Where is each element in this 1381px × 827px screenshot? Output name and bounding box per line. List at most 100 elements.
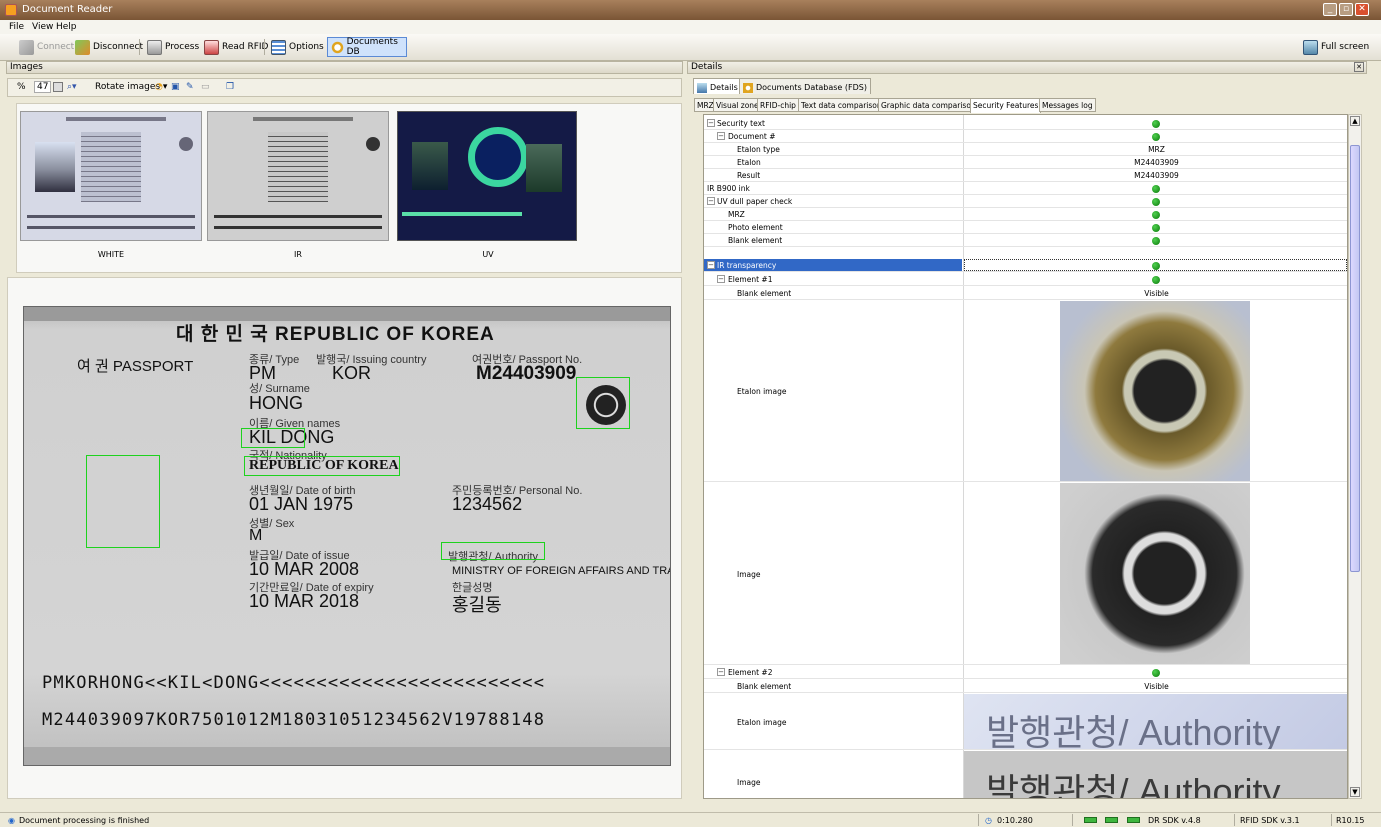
- issuing-country-value: KOR: [332, 363, 372, 383]
- passport-image[interactable]: 대 한 민 국 REPUBLIC OF KOREA 여 권 PASSPORT 종…: [23, 306, 671, 766]
- open-folder-icon[interactable]: ◔: [155, 82, 163, 92]
- row-ir-b900-ink[interactable]: IR B900 ink: [704, 182, 1347, 195]
- row-element-1-blank[interactable]: Blank element Visible: [704, 287, 1347, 300]
- thumb-header: [66, 117, 166, 121]
- close-button[interactable]: ✕: [1355, 3, 1369, 16]
- collapse-icon[interactable]: −: [717, 275, 725, 283]
- collapse-icon[interactable]: −: [707, 119, 715, 127]
- title-bar: Document Reader _ ▫ ✕: [0, 0, 1381, 20]
- connect-button[interactable]: Connect: [16, 37, 77, 57]
- details-panel-title: Details: [691, 62, 723, 72]
- info-icon: ◉: [8, 816, 15, 825]
- thumb-emblem: [366, 137, 380, 151]
- row-element-2-etalon-image[interactable]: Etalon image 발행관청/ Authority: [704, 694, 1347, 750]
- menu-help[interactable]: Help: [56, 22, 77, 32]
- thumb-header: [253, 117, 353, 121]
- documents-db-button[interactable]: Documents DB: [327, 37, 407, 57]
- row-label: Etalon image: [737, 387, 787, 396]
- emblem-ir-image: [1060, 483, 1250, 664]
- subtab-messages-log[interactable]: Messages log: [1039, 98, 1096, 112]
- subtab-rfid-chip[interactable]: RFID-chip: [757, 98, 799, 112]
- read-rfid-button[interactable]: Read RFID: [201, 37, 272, 57]
- authority-ir-text: 발행관청/ Authority: [986, 771, 1281, 799]
- menu-bar: File View Help: [0, 20, 1381, 34]
- row-label: Blank element: [737, 289, 792, 298]
- row-ir-transparency[interactable]: − IR transparency: [704, 259, 1347, 272]
- options-button[interactable]: Options: [268, 37, 327, 57]
- image-toolbar: % 47 ⌕▾ Rotate images ▾ ◔ ▣ ✎ ▭ ❐: [7, 78, 682, 97]
- read-rfid-label: Read RFID: [222, 42, 269, 52]
- thumbnail-white[interactable]: [20, 111, 202, 241]
- save-icon[interactable]: ▣: [171, 82, 180, 92]
- row-result[interactable]: Result M24403909: [704, 169, 1347, 182]
- page-bottom-edge: [24, 747, 670, 765]
- zoom-fit-icon[interactable]: [53, 82, 63, 92]
- collapse-icon[interactable]: −: [707, 197, 715, 205]
- disconnect-button[interactable]: Disconnect: [72, 37, 146, 57]
- subtab-text-data-comparison[interactable]: Text data comparison: [798, 98, 885, 112]
- thumbnail-strip: WHITE IR UV: [16, 103, 682, 273]
- collapse-icon[interactable]: −: [717, 668, 725, 676]
- subtab-visual-zone[interactable]: Visual zone: [713, 98, 762, 112]
- toolbar: Connect Disconnect Process Read RFID Opt…: [0, 34, 1381, 61]
- row-value: M24403909: [1134, 171, 1179, 180]
- row-element-1-etalon-image[interactable]: Etalon image: [704, 301, 1347, 482]
- copy-icon[interactable]: ❐: [226, 82, 234, 92]
- full-screen-button[interactable]: Full screen: [1300, 37, 1372, 57]
- nationality-detection-box: [244, 456, 400, 476]
- row-element-1-image[interactable]: Image: [704, 482, 1347, 665]
- authority-detection-box: [441, 542, 545, 560]
- status-bar: ◉ Document processing is finished ◷ 0:10…: [0, 812, 1381, 827]
- thumbnail-label-white: WHITE: [97, 250, 125, 259]
- menu-file[interactable]: File: [9, 22, 24, 32]
- collapse-icon[interactable]: −: [707, 261, 715, 269]
- status-ok-icon: [1152, 185, 1160, 193]
- row-security-text[interactable]: − Security text: [704, 117, 1347, 130]
- passport-doc-title: 여 권 PASSPORT: [77, 358, 194, 375]
- row-etalon-type[interactable]: Etalon type MRZ: [704, 143, 1347, 156]
- collapse-icon[interactable]: −: [717, 132, 725, 140]
- rfid-icon: [204, 39, 219, 55]
- status-separator: [1331, 814, 1332, 826]
- details-scrollbar[interactable]: ▲ ▼: [1348, 114, 1362, 799]
- scroll-thumb[interactable]: [1350, 145, 1360, 572]
- subtab-security-features[interactable]: Security Features: [970, 98, 1042, 113]
- row-label: Photo element: [728, 223, 783, 232]
- scroll-down-icon[interactable]: ▼: [1350, 787, 1360, 797]
- documents-db-label: Documents DB: [346, 37, 398, 57]
- zoom-magnifier-icon[interactable]: ⌕▾: [67, 82, 77, 92]
- minimize-button[interactable]: _: [1323, 3, 1337, 16]
- tab-documents-database-label: Documents Database (FDS): [756, 83, 867, 92]
- row-uv-photo[interactable]: Photo element: [704, 221, 1347, 234]
- emblem-detection-box: [576, 377, 630, 429]
- app-icon: [5, 4, 17, 16]
- row-label: Blank element: [728, 236, 783, 245]
- row-element-2-blank[interactable]: Blank element Visible: [704, 680, 1347, 693]
- details-tabs: Details Documents Database (FDS): [690, 78, 1368, 94]
- print-icon[interactable]: ▭: [201, 82, 210, 92]
- scroll-up-icon[interactable]: ▲: [1350, 116, 1360, 126]
- tab-details[interactable]: Details: [693, 78, 742, 94]
- tab-documents-database[interactable]: Documents Database (FDS): [739, 78, 871, 94]
- subtab-graphic-data-comparison[interactable]: Graphic data comparison: [878, 98, 979, 112]
- thumbnail-uv[interactable]: [397, 111, 577, 241]
- row-etalon[interactable]: Etalon M24403909: [704, 156, 1347, 169]
- menu-view[interactable]: View: [32, 22, 53, 32]
- process-button[interactable]: Process: [144, 37, 202, 57]
- photo-detection-box: [86, 455, 160, 548]
- zoom-input[interactable]: 47: [34, 81, 52, 93]
- details-close-icon[interactable]: ✕: [1354, 62, 1364, 72]
- row-uv-dull-paper[interactable]: − UV dull paper check: [704, 195, 1347, 208]
- row-uv-blank[interactable]: Blank element: [704, 234, 1347, 247]
- row-uv-mrz[interactable]: MRZ: [704, 208, 1347, 221]
- options-label: Options: [289, 42, 324, 52]
- thumbnail-ir[interactable]: [207, 111, 389, 241]
- row-element-2-image[interactable]: Image 발행관청/ Authority: [704, 750, 1347, 799]
- row-element-2[interactable]: − Element #2: [704, 666, 1347, 679]
- row-element-1[interactable]: − Element #1: [704, 273, 1347, 286]
- maximize-button[interactable]: ▫: [1339, 3, 1353, 16]
- row-document[interactable]: − Document #: [704, 130, 1347, 143]
- thumb-emblem: [179, 137, 193, 151]
- scan-icon[interactable]: ✎: [186, 82, 194, 92]
- surname-value: HONG: [249, 393, 303, 413]
